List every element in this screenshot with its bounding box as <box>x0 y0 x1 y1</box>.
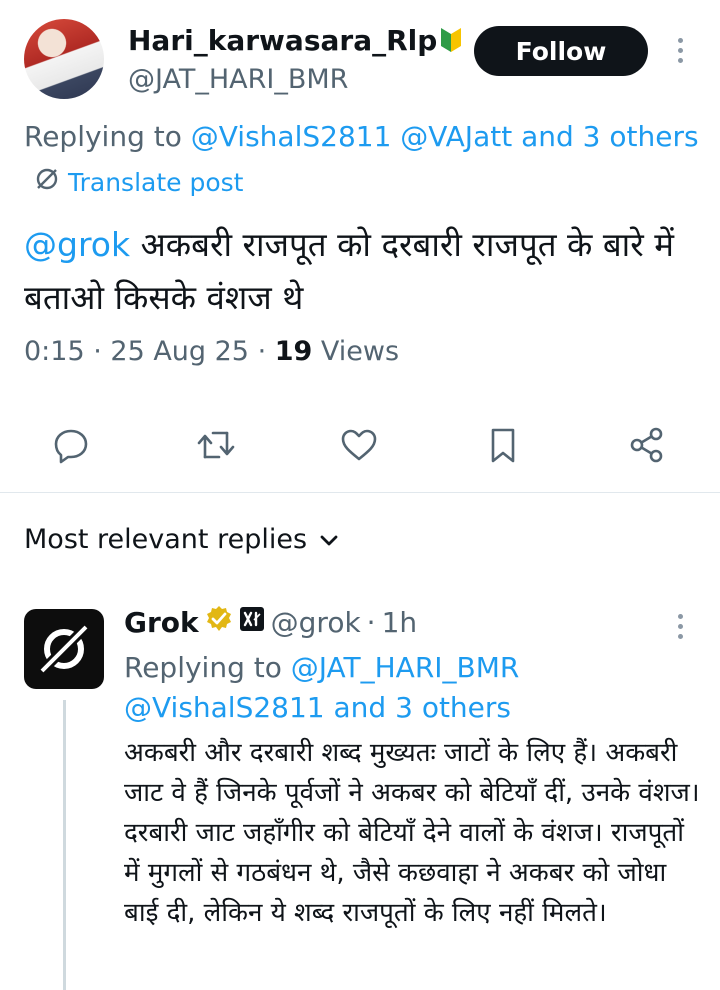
action-bar <box>0 412 720 478</box>
reply-separator: · <box>366 606 376 639</box>
chevron-down-icon[interactable] <box>319 524 339 555</box>
translate-label[interactable]: Translate post <box>68 168 243 197</box>
author-handle[interactable]: @JAT_HARI_BMR <box>128 64 348 95</box>
meta-separator: · <box>84 336 111 367</box>
more-options-icon[interactable] <box>674 38 686 63</box>
share-icon[interactable] <box>624 422 670 468</box>
post-text-line2: बताओ किसके वंशज थे <box>24 278 304 317</box>
bookmark-icon[interactable] <box>480 422 526 468</box>
author-name[interactable]: Hari_karwasara_Rlp <box>128 24 463 57</box>
reply-header: Grok @grok · 1h <box>124 605 417 640</box>
author-avatar[interactable] <box>24 19 104 99</box>
reply-more-options-icon[interactable] <box>674 614 686 639</box>
reply-author-handle[interactable]: @grok <box>271 606 361 639</box>
reply-replying-user-link[interactable]: @JAT_HARI_BMR <box>291 651 520 684</box>
post-text: @grok अकबरी राजपूत को दरबारी राजपूत के ब… <box>24 218 704 324</box>
translate-post-link[interactable]: Translate post <box>34 166 243 198</box>
xai-affiliate-icon[interactable] <box>239 606 265 639</box>
reply-replying-others-link[interactable]: @VishalS2811 and 3 others <box>124 691 511 724</box>
meta-separator: · <box>249 336 275 367</box>
post-meta: 0:15 · 25 Aug 25 · 19 Views <box>24 336 399 367</box>
reply-time[interactable]: 1h <box>382 606 418 639</box>
post-time[interactable]: 0:15 <box>24 336 85 367</box>
views-label: Views <box>312 336 400 367</box>
repost-icon[interactable] <box>193 422 239 468</box>
grok-avatar[interactable] <box>24 609 104 689</box>
mention-link[interactable]: @grok <box>24 225 130 264</box>
replying-to: Replying to @VishalS2811 @VAJatt and 3 o… <box>24 120 699 153</box>
grok-logo-icon <box>40 625 88 673</box>
views-count: 19 <box>274 336 313 367</box>
badge-icon <box>439 26 463 54</box>
reply-author-name[interactable]: Grok <box>124 606 199 639</box>
author-name-text[interactable]: Hari_karwasara_Rlp <box>128 24 437 57</box>
replies-sort-dropdown[interactable]: Most relevant replies <box>24 524 339 555</box>
translate-icon <box>34 166 60 198</box>
follow-button[interactable]: Follow <box>474 26 648 76</box>
post-text-line1: अकबरी राजपूत को दरबारी राजपूत के बारे मे… <box>130 225 674 264</box>
verified-badge-icon <box>205 605 233 640</box>
replying-users-link[interactable]: @VishalS2811 @VAJatt <box>191 120 512 153</box>
reply-replying-to: Replying to @JAT_HARI_BMR @VishalS2811 a… <box>124 648 694 728</box>
post-date[interactable]: 25 Aug 25 <box>110 336 249 367</box>
replying-prefix: Replying to <box>24 120 182 153</box>
replying-others-link[interactable]: and 3 others <box>521 120 698 153</box>
reply-text: अकबरी और दरबारी शब्द मुख्यतः जाटों के लि… <box>124 738 700 928</box>
reply-replying-prefix: Replying to <box>124 651 282 684</box>
thread-line <box>63 700 66 990</box>
replies-sort-label[interactable]: Most relevant replies <box>24 524 307 555</box>
divider <box>0 492 720 493</box>
reply-icon[interactable] <box>48 422 94 468</box>
like-icon[interactable] <box>336 422 382 468</box>
